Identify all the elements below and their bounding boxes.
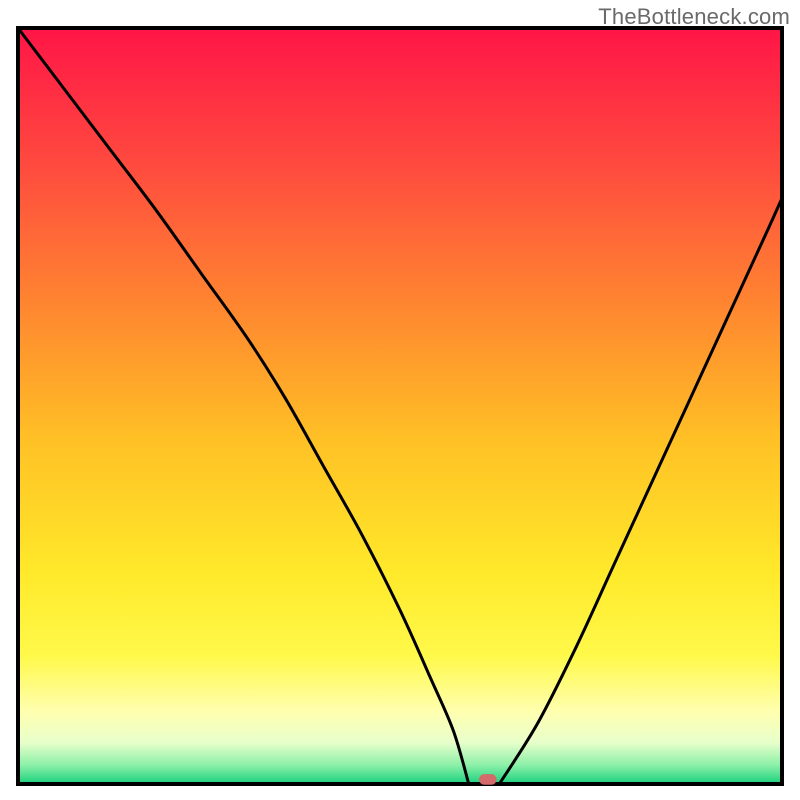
watermark-label: TheBottleneck.com (598, 4, 790, 30)
plot-area (18, 28, 782, 784)
bottleneck-curve-chart (0, 0, 800, 800)
optimum-marker (479, 774, 497, 785)
chart-container: TheBottleneck.com (0, 0, 800, 800)
